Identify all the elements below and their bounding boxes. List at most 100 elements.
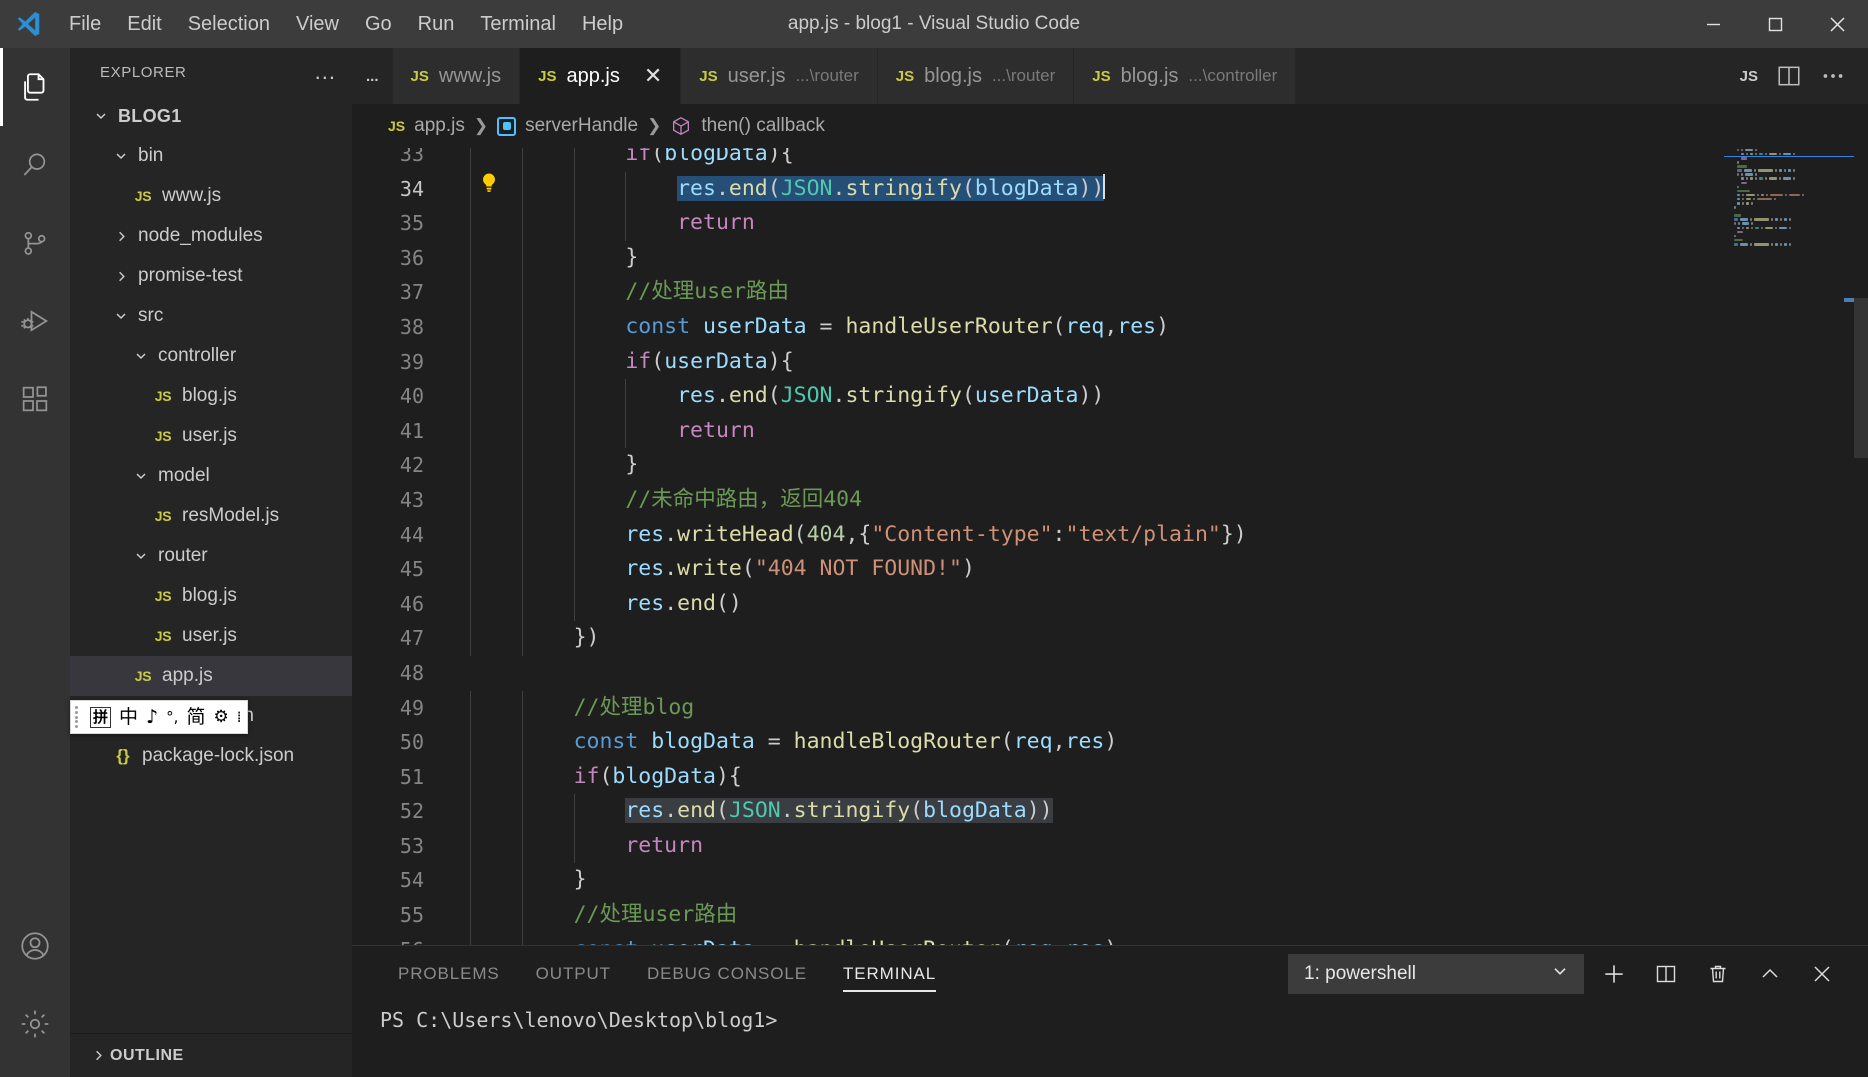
tree-item-model[interactable]: model	[70, 456, 352, 496]
code-text[interactable]: res.writeHead(404,{"Content-type":"text/…	[456, 517, 1247, 553]
breadcrumb-symbol-serverhandle[interactable]: serverHandle	[525, 115, 638, 137]
ime-more-icon[interactable]: ⁞	[237, 708, 242, 726]
code-line-42[interactable]: 42 }	[352, 448, 1868, 483]
code-line-47[interactable]: 47 })	[352, 621, 1868, 656]
terminal-select-dropdown[interactable]: 1: powershell	[1288, 954, 1584, 994]
code-text[interactable]: res.end(JSON.stringify(blogData))	[456, 794, 1053, 829]
code-line-56[interactable]: 56 const userData = handleUserRouter(req…	[352, 932, 1868, 945]
tree-item-blog-js[interactable]: JS blog.js	[70, 376, 352, 416]
tree-item-src[interactable]: src	[70, 296, 352, 336]
panel-tab-bar[interactable]: PROBLEMS OUTPUT DEBUG CONSOLE TERMINAL 1…	[352, 946, 1868, 1002]
code-text[interactable]: //处理user路由	[456, 898, 737, 933]
tree-item-promise-test[interactable]: promise-test	[70, 256, 352, 296]
close-button[interactable]	[1806, 0, 1868, 48]
ime-mode-pinyin-button[interactable]: 拼	[90, 706, 112, 728]
minimize-button[interactable]	[1682, 0, 1744, 48]
editor-tab-app-js[interactable]: JS app.js ✕	[520, 48, 682, 104]
split-editor-icon[interactable]	[1776, 63, 1802, 89]
ime-settings-gear-icon[interactable]: ⚙	[213, 707, 228, 727]
tree-item-www-js[interactable]: JS www.js	[70, 176, 352, 216]
code-text[interactable]: const blogData = handleBlogRouter(req,re…	[456, 725, 1117, 760]
menu-view[interactable]: View	[283, 0, 352, 48]
code-line-49[interactable]: 49 //处理blog	[352, 690, 1868, 726]
menu-selection[interactable]: Selection	[175, 0, 283, 48]
tab-overflow-left[interactable]: ...	[352, 48, 393, 104]
code-line-33[interactable]: 33 if(blogData){	[352, 148, 1868, 172]
tree-item-node_modules[interactable]: node_modules	[70, 216, 352, 256]
kill-terminal-button[interactable]	[1696, 952, 1740, 996]
code-line-44[interactable]: 44 res.writeHead(404,{"Content-type":"te…	[352, 517, 1868, 553]
code-text[interactable]: //未命中路由，返回404	[456, 482, 862, 518]
terminal-output[interactable]: PS C:\Users\lenovo\Desktop\blog1>	[352, 1002, 1868, 1077]
outline-section-header[interactable]: OUTLINE	[70, 1033, 352, 1077]
code-text[interactable]: if(userData){	[456, 344, 794, 380]
tree-item-user-js[interactable]: JS user.js	[70, 416, 352, 456]
code-text[interactable]: }	[456, 448, 638, 483]
code-line-34[interactable]: 34 res.end(JSON.stringify(blogData))	[352, 171, 1868, 207]
ime-sound-icon[interactable]: ♪	[146, 707, 158, 727]
menu-go[interactable]: Go	[352, 0, 405, 48]
close-panel-button[interactable]	[1800, 952, 1844, 996]
editor-tab-bar[interactable]: ... JS www.js JS app.js ✕ JS user.js ...\router…	[352, 48, 1868, 104]
ime-simplified-toggle[interactable]: 简	[186, 707, 205, 727]
editor-more-actions-icon[interactable]	[1820, 63, 1846, 89]
activity-item-extensions[interactable]	[0, 360, 70, 438]
editor-tab-blog-js-router[interactable]: JS blog.js ...\router	[877, 48, 1075, 104]
code-line-36[interactable]: 36 }	[352, 240, 1868, 276]
code-line-45[interactable]: 45 res.write("404 NOT FOUND!")	[352, 552, 1868, 587]
ime-toolbar[interactable]: 拼 中 ♪ °, 简 ⚙ ⁞	[70, 700, 248, 734]
panel-tab-terminal[interactable]: TERMINAL	[825, 946, 954, 1002]
tree-item-package-lock-json[interactable]: {} package-lock.json	[70, 736, 352, 776]
code-text[interactable]: })	[456, 621, 599, 656]
breadcrumb[interactable]: JS app.js ❯ serverHandle ❯ then() callba…	[352, 104, 1868, 148]
maximize-button[interactable]	[1744, 0, 1806, 48]
scrollbar-thumb[interactable]	[1854, 298, 1868, 458]
panel-tab-problems[interactable]: PROBLEMS	[380, 946, 518, 1002]
tree-item-user-js[interactable]: JS user.js	[70, 616, 352, 656]
code-text[interactable]: return	[456, 413, 755, 449]
menu-edit[interactable]: Edit	[114, 0, 174, 48]
panel-tab-debug-console[interactable]: DEBUG CONSOLE	[629, 946, 825, 1002]
activity-item-explorer[interactable]	[0, 48, 70, 126]
code-line-37[interactable]: 37 //处理user路由	[352, 275, 1868, 310]
ime-language-toggle[interactable]: 中	[119, 707, 138, 727]
maximize-panel-button[interactable]	[1748, 952, 1792, 996]
tree-item-app-js[interactable]: JS app.js	[70, 656, 352, 696]
editor-actions[interactable]: JS	[1718, 48, 1868, 104]
close-icon[interactable]: ✕	[644, 65, 662, 87]
sidebar-more-actions-button[interactable]: ...	[315, 61, 336, 83]
split-terminal-button[interactable]	[1644, 952, 1688, 996]
code-text[interactable]: res.write("404 NOT FOUND!")	[456, 552, 975, 587]
code-text[interactable]: //处理blog	[456, 690, 694, 726]
ime-drag-handle[interactable]	[75, 706, 82, 728]
file-tree[interactable]: BLOG1 bin JS www.js node_modules promise-tes…	[70, 96, 352, 1033]
code-text[interactable]: }	[456, 240, 638, 276]
code-line-50[interactable]: 50 const blogData = handleBlogRouter(req…	[352, 725, 1868, 760]
code-line-52[interactable]: 52 res.end(JSON.stringify(blogData))	[352, 794, 1868, 829]
activity-item-settings[interactable]	[0, 985, 70, 1063]
code-text[interactable]: //处理user路由	[456, 275, 789, 310]
code-content[interactable]: 33 if(blogData){34 res.end(JSON.stringif…	[352, 148, 1868, 945]
code-text[interactable]: if(blogData){	[456, 148, 794, 172]
tree-item-router[interactable]: router	[70, 536, 352, 576]
tree-item-resmodel-js[interactable]: JS resModel.js	[70, 496, 352, 536]
code-line-53[interactable]: 53 return	[352, 828, 1868, 864]
activity-item-search[interactable]	[0, 126, 70, 204]
code-text[interactable]: }	[456, 863, 587, 899]
code-text[interactable]: res.end(JSON.stringify(blogData))	[456, 171, 1106, 207]
code-text[interactable]: res.end()	[456, 586, 742, 622]
tree-root-blog1[interactable]: BLOG1	[70, 96, 352, 136]
panel-actions[interactable]: 1: powershell	[1288, 952, 1868, 996]
code-line-40[interactable]: 40 res.end(JSON.stringify(userData))	[352, 379, 1868, 414]
code-line-46[interactable]: 46 res.end()	[352, 586, 1868, 622]
code-text[interactable]: return	[456, 828, 703, 864]
code-line-39[interactable]: 39 if(userData){	[352, 344, 1868, 380]
menu-bar[interactable]: File Edit Selection View Go Run Terminal…	[56, 0, 636, 48]
menu-file[interactable]: File	[56, 0, 114, 48]
code-line-41[interactable]: 41 return	[352, 413, 1868, 449]
code-text[interactable]: res.end(JSON.stringify(userData))	[456, 379, 1104, 414]
editor-vertical-scrollbar[interactable]	[1854, 148, 1868, 945]
code-text[interactable]: const userData = handleUserRouter(req,re…	[456, 309, 1169, 345]
editor-tab-www-js[interactable]: JS www.js	[392, 48, 521, 104]
activity-item-run-debug[interactable]	[0, 282, 70, 360]
